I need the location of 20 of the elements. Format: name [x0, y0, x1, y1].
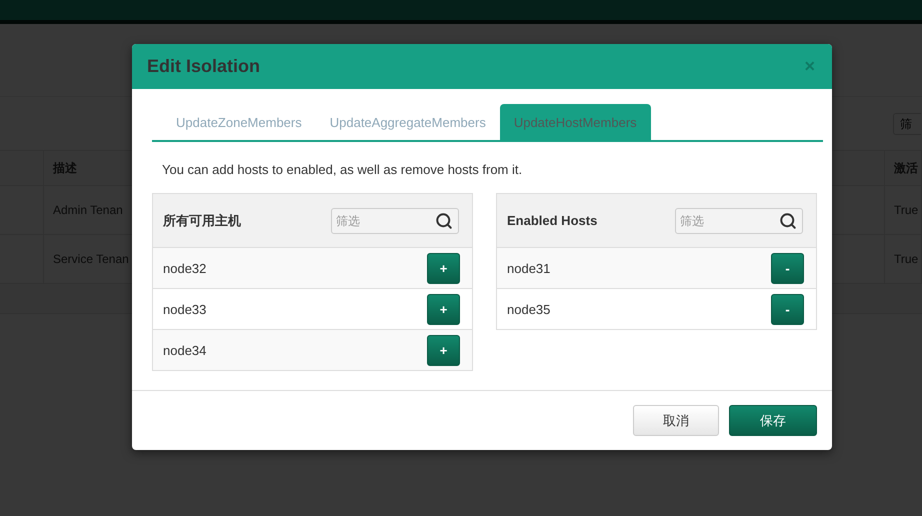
add-button[interactable]: +: [427, 334, 460, 366]
remove-button[interactable]: -: [771, 252, 804, 284]
search-icon: [435, 212, 453, 230]
add-button[interactable]: +: [427, 294, 460, 324]
host-name: node32: [163, 260, 206, 276]
host-name: node33: [163, 302, 206, 316]
cancel-button[interactable]: 取消: [633, 405, 719, 436]
add-button[interactable]: +: [427, 252, 460, 284]
save-button[interactable]: 保存: [729, 405, 817, 436]
host-name: node31: [507, 260, 550, 276]
dialog-title: Edit Isolation: [147, 56, 260, 77]
search-icon: [779, 212, 797, 230]
remove-button[interactable]: -: [771, 294, 804, 324]
host-name: node34: [163, 342, 206, 358]
description-text: You can add hosts to enabled, as well as remove hosts from it.: [162, 162, 524, 177]
filter-field[interactable]: 筛选: [675, 208, 803, 234]
filter-field[interactable]: 筛选: [331, 208, 459, 234]
panel-title: 所有可用主机: [163, 212, 241, 230]
host-name: node35: [507, 302, 550, 316]
panel-title: Enabled Hosts: [507, 213, 598, 228]
